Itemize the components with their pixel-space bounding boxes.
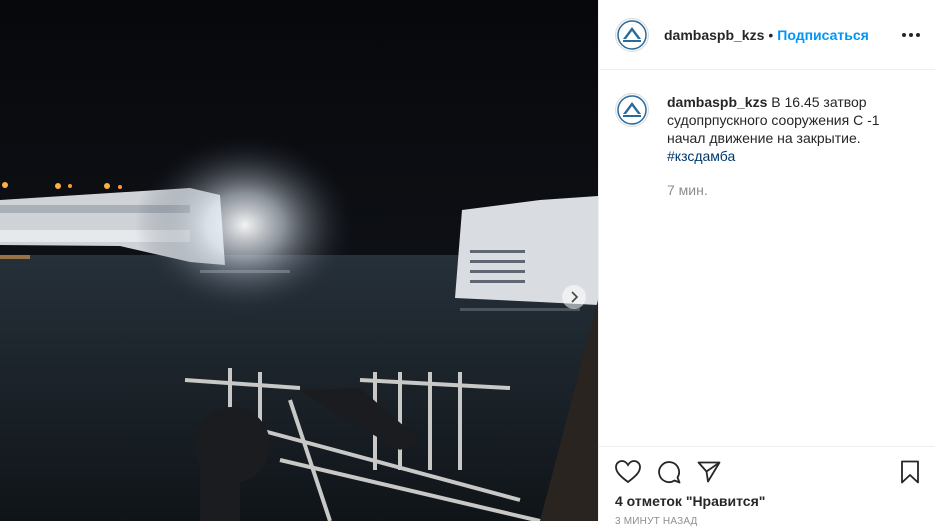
caption-username[interactable]: dambaspb_kzs (667, 94, 767, 110)
like-button[interactable] (615, 460, 641, 484)
brand-logo-icon (617, 95, 647, 125)
avatar[interactable] (615, 17, 649, 52)
post-time-ago: 3 МИНУТ НАЗАД (615, 516, 698, 527)
comment-icon (658, 461, 681, 484)
send-icon (697, 461, 721, 483)
save-button[interactable] (900, 460, 920, 484)
caption-timestamp[interactable]: 7 мин. (667, 181, 907, 199)
chevron-right-icon (571, 291, 579, 303)
post-side-panel: dambaspb_kzs • Подписаться dambaspb_kzs … (598, 0, 935, 527)
more-dot-icon (909, 32, 913, 37)
brand-logo-icon (617, 19, 647, 50)
more-options-button[interactable] (902, 27, 920, 43)
header-separator: • (768, 26, 774, 43)
likes-count[interactable]: 4 отметок "Нравится" (615, 493, 920, 509)
caption-hashtag[interactable]: #кзсдамба (667, 148, 735, 164)
follow-button[interactable]: Подписаться (777, 27, 869, 43)
caption-avatar[interactable] (615, 93, 649, 127)
post-media[interactable] (0, 0, 598, 521)
more-dot-icon (916, 32, 920, 37)
post-video-frame (0, 0, 598, 521)
share-button[interactable] (697, 460, 721, 484)
post-header: dambaspb_kzs • Подписаться (599, 0, 935, 70)
caption-body: dambaspb_kzs В 16.45 затвор судопрпускно… (667, 93, 907, 199)
more-dot-icon (902, 32, 906, 37)
post-actions: 4 отметок "Нравится" 3 МИНУТ НАЗАД (599, 446, 935, 527)
header-username[interactable]: dambaspb_kzs (664, 27, 764, 43)
action-icons-row (615, 459, 920, 485)
heart-icon (615, 460, 641, 484)
comment-button[interactable] (657, 460, 681, 484)
next-media-button[interactable] (562, 285, 586, 309)
caption-comment: dambaspb_kzs В 16.45 затвор судопрпускно… (599, 70, 935, 199)
bookmark-icon (901, 460, 919, 484)
